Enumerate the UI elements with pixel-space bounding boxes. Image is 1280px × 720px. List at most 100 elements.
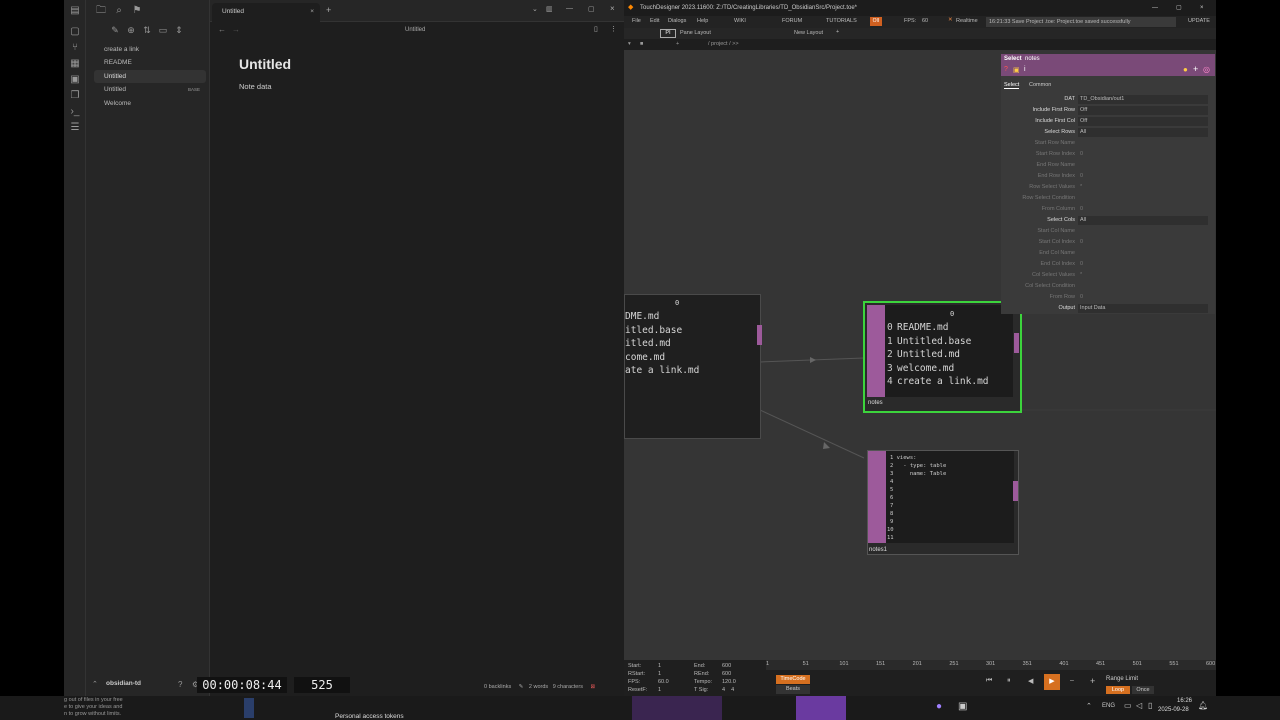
file-item[interactable]: Untitled BASE [94, 83, 206, 96]
stop-icon[interactable]: ■ [640, 41, 643, 47]
menu-tutorials[interactable]: TUTORIALS [826, 18, 857, 24]
clock-time[interactable]: 16:26 [1164, 698, 1192, 704]
param-value[interactable] [1078, 194, 1208, 203]
file-item[interactable]: Untitled [94, 70, 206, 83]
list-icon[interactable]: ☰ [69, 122, 81, 134]
menu-wiki[interactable]: WIKI [734, 18, 746, 24]
param-value[interactable]: All [1078, 128, 1208, 137]
step-back-icon[interactable]: ◀ [1028, 677, 1033, 685]
network-icon[interactable]: ▭ [1124, 701, 1132, 710]
notification-bell-icon[interactable]: 🔔︎ [1198, 701, 1208, 710]
close-tab-icon[interactable]: × [310, 3, 314, 20]
close-icon[interactable]: × [610, 4, 615, 13]
info-icon[interactable]: i [1024, 66, 1026, 73]
sidebar-toggle-icon[interactable]: ▤ [69, 5, 81, 17]
realtime-label[interactable]: Realtime [956, 18, 978, 24]
output-connector[interactable] [757, 325, 762, 345]
collapse-icon[interactable]: ▭ [158, 25, 168, 35]
backlinks-count[interactable]: 0 backlinks [484, 684, 511, 690]
param-value[interactable]: 0 [1078, 150, 1208, 159]
param-value[interactable]: 0 [1078, 205, 1208, 214]
param-value[interactable]: Off [1078, 117, 1208, 126]
sync-error-icon[interactable]: ⊠ [590, 684, 595, 690]
edit-icon[interactable]: ✎ [519, 684, 524, 690]
color-icon[interactable]: ● [1183, 65, 1188, 74]
param-value[interactable]: * [1078, 183, 1208, 192]
step-forward-icon[interactable]: – [1070, 677, 1074, 684]
note-body[interactable]: Note data [239, 82, 272, 91]
param-value[interactable]: 0 [1078, 293, 1208, 302]
language-indicator[interactable]: ENG [1102, 703, 1115, 709]
copy-icon[interactable]: ❐ [69, 90, 81, 102]
close-icon[interactable]: × [1200, 0, 1204, 16]
param-value[interactable] [1078, 249, 1208, 258]
notes1-node[interactable]: 1 views: 2 - type: table 3 name: Table 4… [867, 450, 1019, 555]
back-icon[interactable]: ← [218, 25, 226, 34]
start-value[interactable]: 1 [658, 663, 661, 669]
param-value[interactable]: * [1078, 271, 1208, 280]
add-frame-icon[interactable]: + [1090, 676, 1095, 686]
tray-chevron-icon[interactable]: ⌃ [1086, 702, 1092, 710]
minimize-icon[interactable]: — [1152, 0, 1158, 16]
calendar-icon[interactable]: ▣ [69, 74, 81, 86]
menu-help[interactable]: Help [697, 18, 708, 24]
tsig-value[interactable]: 4 4 [722, 687, 734, 693]
perform-mode-button[interactable]: Pl [660, 29, 676, 38]
vault-chevron-icon[interactable]: ⌃ [92, 680, 98, 688]
param-value[interactable] [1078, 227, 1208, 236]
param-value[interactable]: 0 [1078, 260, 1208, 269]
param-value[interactable]: Input Data [1078, 304, 1208, 313]
home-icon[interactable]: + [676, 41, 679, 47]
end-value[interactable]: 600 [722, 663, 731, 669]
files-icon[interactable]: ▢ [69, 26, 81, 38]
sidebar-right-icon[interactable]: ▥ [546, 5, 553, 13]
fps-value[interactable]: 60.0 [658, 679, 669, 685]
resetf-value[interactable]: 1 [658, 687, 661, 693]
new-folder-icon[interactable]: ⊕ [126, 25, 136, 35]
maximize-icon[interactable]: ▢ [1176, 0, 1182, 16]
param-value[interactable]: TD_Obsidian/out1 [1078, 95, 1208, 104]
folder-icon[interactable]: 🗀 [95, 5, 107, 17]
param-value[interactable]: Off [1078, 106, 1208, 115]
param-value[interactable] [1078, 139, 1208, 148]
timeline-ruler[interactable]: 1 51 101 151 201 251 301 351 401 451 501 551 600 [766, 660, 1216, 670]
search-icon[interactable]: ⌕ [113, 5, 125, 17]
settings-icon[interactable]: ◎ [1203, 65, 1210, 74]
menu-dialogs[interactable]: Dialogs [668, 18, 686, 24]
output-connector[interactable] [1014, 333, 1019, 353]
param-value[interactable]: 0 [1078, 172, 1208, 181]
param-value[interactable]: 0 [1078, 238, 1208, 247]
help-icon[interactable]: ? [178, 680, 182, 689]
file-item[interactable]: create a link [94, 43, 206, 56]
maximize-icon[interactable]: ▢ [588, 5, 595, 13]
new-layout-label[interactable]: New Layout [794, 30, 823, 36]
expand-icon[interactable]: ⇕ [174, 25, 184, 35]
param-value[interactable]: All [1078, 216, 1208, 225]
node-name[interactable]: notes1 [869, 547, 887, 553]
output-connector[interactable] [1013, 481, 1018, 501]
note-title[interactable]: Untitled [239, 56, 291, 72]
node-name[interactable]: notes [868, 400, 883, 406]
beats-toggle[interactable]: Beats [776, 685, 810, 694]
video-thumbnail[interactable] [632, 696, 722, 720]
canvas-icon[interactable]: ▦ [69, 58, 81, 70]
reading-view-icon[interactable]: ▯ [594, 25, 598, 33]
thumbnail-icon[interactable] [244, 698, 254, 718]
op-name[interactable]: notes [1025, 56, 1040, 62]
once-toggle[interactable]: Once [1132, 686, 1154, 694]
terminal-icon[interactable]: ›_ [69, 106, 81, 118]
rstart-value[interactable]: 1 [658, 671, 661, 677]
sort-icon[interactable]: ⇅ [142, 25, 152, 35]
vault-name[interactable]: obsidian-td [106, 680, 141, 687]
new-tab-icon[interactable]: + [326, 5, 331, 15]
new-note-icon[interactable]: ✎ [110, 25, 120, 35]
timecode-display[interactable]: 00:00:08:44 [197, 677, 287, 693]
minimize-icon[interactable]: — [566, 5, 573, 12]
menu-edit[interactable]: Edit [650, 18, 659, 24]
graph-icon[interactable]: ⑂ [69, 42, 81, 54]
app-icon[interactable]: ● [936, 701, 942, 712]
realtime-icon[interactable]: ✕ [948, 17, 953, 23]
timecode-toggle[interactable]: TimeCode [776, 675, 810, 684]
tab-select[interactable]: Select [1004, 82, 1020, 89]
play-icon[interactable]: ▶ [1044, 674, 1060, 690]
